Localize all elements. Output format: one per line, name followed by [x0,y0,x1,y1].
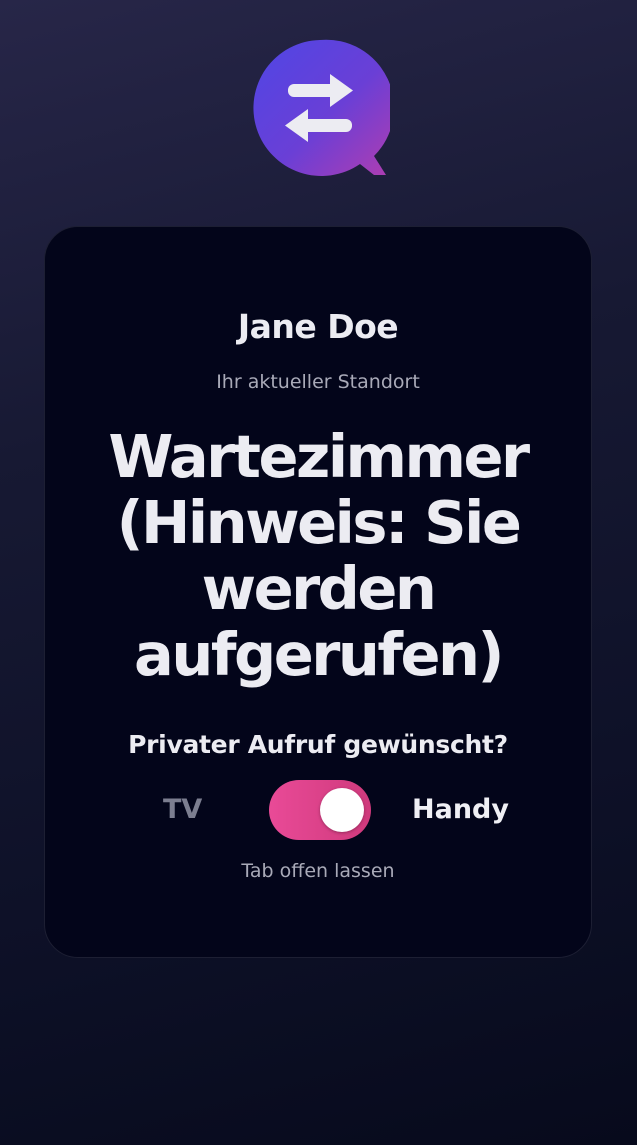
status-card: Jane Doe Ihr aktueller Standort Wartezim… [44,226,592,958]
private-call-toggle[interactable] [269,780,371,840]
location-label: Ihr aktueller Standort [216,371,420,393]
option-tv-label: TV [163,794,203,825]
current-location: Wartezimmer (Hinweis: Sie werden aufgeru… [108,422,530,689]
swap-arrows-chat-icon [253,39,395,176]
toggle-knob[interactable] [320,788,364,832]
app-logo [250,38,395,178]
keep-tab-open-hint: Tab offen lassen [241,860,395,882]
option-handy-label: Handy [412,794,509,825]
user-name: Jane Doe [237,307,399,346]
private-call-question: Privater Aufruf gewünscht? [128,730,508,759]
